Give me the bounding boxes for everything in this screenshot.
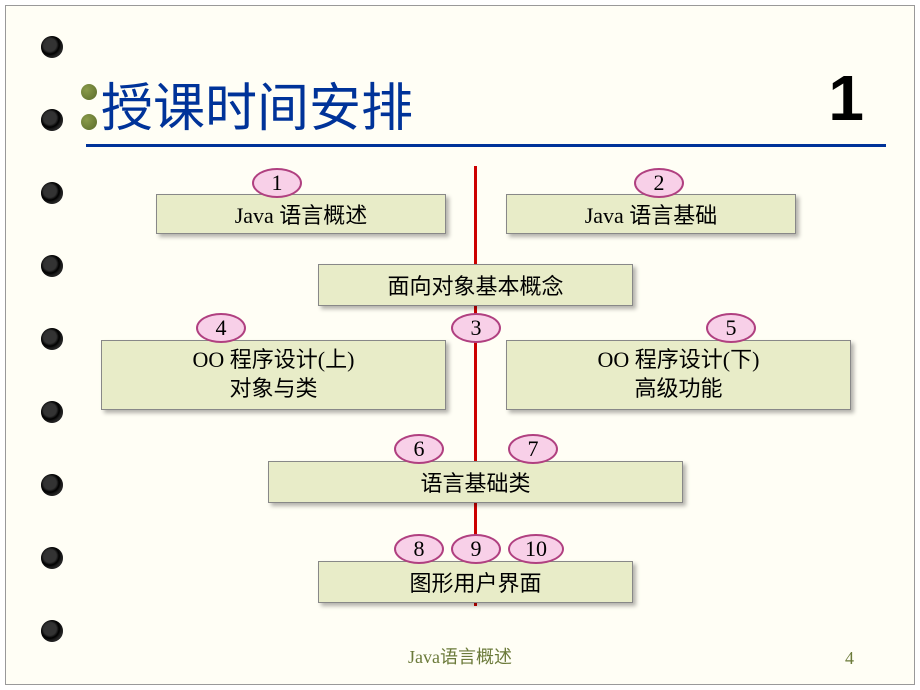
topic-label: OO 程序设计(下)	[507, 346, 850, 375]
topic-box-7: 图形用户界面	[318, 561, 633, 603]
topic-box-2: Java 语言基础	[506, 194, 796, 234]
slide-title: 授课时间安排	[101, 66, 413, 141]
badge-5: 5	[706, 313, 756, 343]
footer-text: Java语言概述	[408, 643, 512, 669]
topic-label: Java 语言概述	[157, 198, 445, 230]
badge-10: 10	[508, 534, 564, 564]
topic-label: 语言基础类	[269, 466, 682, 498]
page-number: 4	[845, 648, 854, 669]
topic-box-4: OO 程序设计(上) 对象与类	[101, 340, 446, 410]
badge-1: 1	[252, 168, 302, 198]
topic-box-1: Java 语言概述	[156, 194, 446, 234]
spiral-binding	[41, 6, 71, 684]
badge-6: 6	[394, 434, 444, 464]
topic-box-6: 语言基础类	[268, 461, 683, 503]
topic-label: 高级功能	[507, 375, 850, 404]
badge-3: 3	[451, 313, 501, 343]
topic-label: 图形用户界面	[319, 566, 632, 598]
bullet-icon	[81, 84, 97, 100]
topic-label: 对象与类	[102, 375, 445, 404]
topic-label: Java 语言基础	[507, 198, 795, 230]
badge-9: 9	[451, 534, 501, 564]
slide: 授课时间安排 1 1 Java 语言概述 2 Java 语言基础 面向对象基本概…	[5, 5, 915, 685]
bullet-icon	[81, 114, 97, 130]
badge-8: 8	[394, 534, 444, 564]
title-underline	[86, 144, 886, 147]
badge-4: 4	[196, 313, 246, 343]
topic-label: OO 程序设计(上)	[102, 346, 445, 375]
topic-label: 面向对象基本概念	[319, 269, 632, 301]
chapter-number: 1	[828, 61, 864, 135]
badge-7: 7	[508, 434, 558, 464]
topic-box-5: OO 程序设计(下) 高级功能	[506, 340, 851, 410]
topic-box-3: 面向对象基本概念	[318, 264, 633, 306]
badge-2: 2	[634, 168, 684, 198]
